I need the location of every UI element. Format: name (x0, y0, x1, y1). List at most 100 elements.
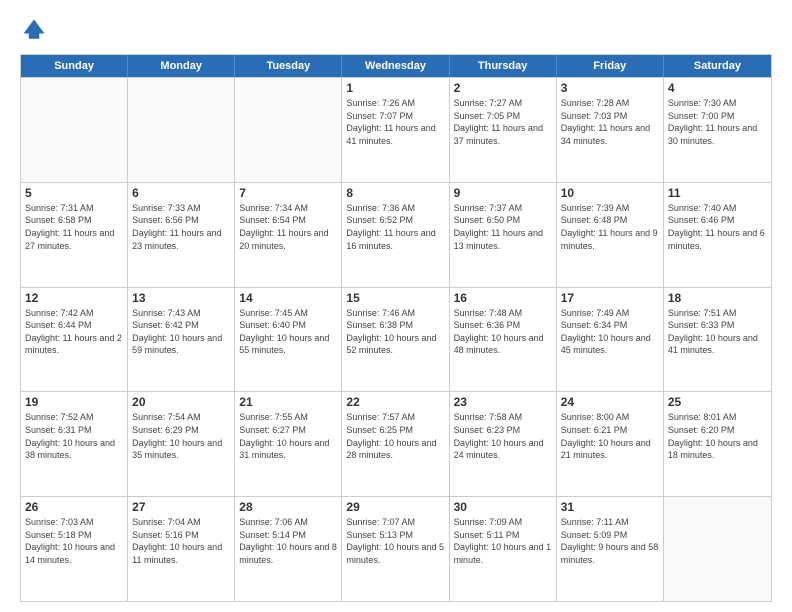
day-number: 21 (239, 395, 337, 409)
day-info: Sunrise: 7:49 AM Sunset: 6:34 PM Dayligh… (561, 307, 659, 357)
day-info: Sunrise: 7:43 AM Sunset: 6:42 PM Dayligh… (132, 307, 230, 357)
day-number: 7 (239, 186, 337, 200)
calendar: SundayMondayTuesdayWednesdayThursdayFrid… (20, 54, 772, 602)
day-cell-19: 19 Sunrise: 7:52 AM Sunset: 6:31 PM Dayli… (21, 392, 128, 496)
day-cell-5: 5 Sunrise: 7:31 AM Sunset: 6:58 PM Daylig… (21, 183, 128, 287)
day-number: 29 (346, 500, 444, 514)
day-cell-7: 7Sunrise: 7:34 AM Sunset: 6:54 PM Daylig… (235, 183, 342, 287)
day-number: 10 (561, 186, 659, 200)
day-cell-4: 4 Sunrise: 7:30 AM Sunset: 7:00 PM Daylig… (664, 78, 771, 182)
day-cell-25: 25 Sunrise: 8:01 AM Sunset: 6:20 PM Dayli… (664, 392, 771, 496)
day-cell-12: 12 Sunrise: 7:42 AM Sunset: 6:44 PM Dayli… (21, 288, 128, 392)
day-cell-20: 20Sunrise: 7:54 AM Sunset: 6:29 PM Dayli… (128, 392, 235, 496)
day-cell-31: 31 Sunrise: 7:11 AM Sunset: 5:09 PM Dayli… (557, 497, 664, 601)
day-cell-9: 9Sunrise: 7:37 AM Sunset: 6:50 PM Daylig… (450, 183, 557, 287)
day-info: Sunrise: 7:55 AM Sunset: 6:27 PM Dayligh… (239, 411, 337, 461)
day-info: Sunrise: 7:36 AM Sunset: 6:52 PM Dayligh… (346, 202, 444, 252)
day-number: 9 (454, 186, 552, 200)
day-info: Sunrise: 7:57 AM Sunset: 6:25 PM Dayligh… (346, 411, 444, 461)
day-cell-28: 28 Sunrise: 7:06 AM Sunset: 5:14 PM Dayli… (235, 497, 342, 601)
day-number: 22 (346, 395, 444, 409)
day-number: 19 (25, 395, 123, 409)
day-number: 11 (668, 186, 767, 200)
day-number: 23 (454, 395, 552, 409)
day-cell-6: 6 Sunrise: 7:33 AM Sunset: 6:56 PM Daylig… (128, 183, 235, 287)
week-row-5: 26 Sunrise: 7:03 AM Sunset: 5:18 PM Dayli… (21, 496, 771, 601)
empty-cell (664, 497, 771, 601)
day-info: Sunrise: 8:01 AM Sunset: 6:20 PM Dayligh… (668, 411, 767, 461)
day-cell-18: 18 Sunrise: 7:51 AM Sunset: 6:33 PM Dayli… (664, 288, 771, 392)
day-number: 4 (668, 81, 767, 95)
day-number: 8 (346, 186, 444, 200)
day-info: Sunrise: 7:52 AM Sunset: 6:31 PM Dayligh… (25, 411, 123, 461)
day-cell-24: 24 Sunrise: 8:00 AM Sunset: 6:21 PM Dayli… (557, 392, 664, 496)
day-number: 24 (561, 395, 659, 409)
day-info: Sunrise: 8:00 AM Sunset: 6:21 PM Dayligh… (561, 411, 659, 461)
calendar-body: 1 Sunrise: 7:26 AM Sunset: 7:07 PM Daylig… (21, 77, 771, 601)
day-cell-17: 17 Sunrise: 7:49 AM Sunset: 6:34 PM Dayli… (557, 288, 664, 392)
day-info: Sunrise: 7:51 AM Sunset: 6:33 PM Dayligh… (668, 307, 767, 357)
day-cell-11: 11 Sunrise: 7:40 AM Sunset: 6:46 PM Dayli… (664, 183, 771, 287)
day-cell-27: 27Sunrise: 7:04 AM Sunset: 5:16 PM Dayli… (128, 497, 235, 601)
day-cell-26: 26 Sunrise: 7:03 AM Sunset: 5:18 PM Dayli… (21, 497, 128, 601)
day-info: Sunrise: 7:42 AM Sunset: 6:44 PM Dayligh… (25, 307, 123, 357)
empty-cell (235, 78, 342, 182)
week-row-3: 12 Sunrise: 7:42 AM Sunset: 6:44 PM Dayli… (21, 287, 771, 392)
week-row-2: 5 Sunrise: 7:31 AM Sunset: 6:58 PM Daylig… (21, 182, 771, 287)
day-info: Sunrise: 7:46 AM Sunset: 6:38 PM Dayligh… (346, 307, 444, 357)
logo (20, 16, 52, 44)
day-info: Sunrise: 7:04 AM Sunset: 5:16 PM Dayligh… (132, 516, 230, 566)
day-cell-14: 14 Sunrise: 7:45 AM Sunset: 6:40 PM Dayli… (235, 288, 342, 392)
weekday-header-saturday: Saturday (664, 55, 771, 77)
day-info: Sunrise: 7:11 AM Sunset: 5:09 PM Dayligh… (561, 516, 659, 566)
weekday-header-wednesday: Wednesday (342, 55, 449, 77)
day-info: Sunrise: 7:26 AM Sunset: 7:07 PM Dayligh… (346, 97, 444, 147)
day-number: 6 (132, 186, 230, 200)
day-number: 3 (561, 81, 659, 95)
week-row-1: 1 Sunrise: 7:26 AM Sunset: 7:07 PM Daylig… (21, 77, 771, 182)
header (20, 16, 772, 44)
weekday-header-sunday: Sunday (21, 55, 128, 77)
weekday-header-thursday: Thursday (450, 55, 557, 77)
day-number: 13 (132, 291, 230, 305)
day-cell-22: 22 Sunrise: 7:57 AM Sunset: 6:25 PM Dayli… (342, 392, 449, 496)
day-cell-10: 10 Sunrise: 7:39 AM Sunset: 6:48 PM Dayli… (557, 183, 664, 287)
day-info: Sunrise: 7:40 AM Sunset: 6:46 PM Dayligh… (668, 202, 767, 252)
day-number: 17 (561, 291, 659, 305)
day-cell-8: 8 Sunrise: 7:36 AM Sunset: 6:52 PM Daylig… (342, 183, 449, 287)
day-number: 5 (25, 186, 123, 200)
day-number: 14 (239, 291, 337, 305)
empty-cell (128, 78, 235, 182)
day-info: Sunrise: 7:39 AM Sunset: 6:48 PM Dayligh… (561, 202, 659, 252)
day-info: Sunrise: 7:58 AM Sunset: 6:23 PM Dayligh… (454, 411, 552, 461)
day-number: 28 (239, 500, 337, 514)
weekday-header-monday: Monday (128, 55, 235, 77)
empty-cell (21, 78, 128, 182)
day-cell-13: 13 Sunrise: 7:43 AM Sunset: 6:42 PM Dayli… (128, 288, 235, 392)
day-info: Sunrise: 7:27 AM Sunset: 7:05 PM Dayligh… (454, 97, 552, 147)
calendar-header: SundayMondayTuesdayWednesdayThursdayFrid… (21, 55, 771, 77)
day-number: 31 (561, 500, 659, 514)
day-cell-15: 15Sunrise: 7:46 AM Sunset: 6:38 PM Dayli… (342, 288, 449, 392)
day-cell-3: 3Sunrise: 7:28 AM Sunset: 7:03 PM Daylig… (557, 78, 664, 182)
day-number: 2 (454, 81, 552, 95)
day-info: Sunrise: 7:45 AM Sunset: 6:40 PM Dayligh… (239, 307, 337, 357)
day-number: 25 (668, 395, 767, 409)
day-number: 16 (454, 291, 552, 305)
day-number: 18 (668, 291, 767, 305)
day-number: 12 (25, 291, 123, 305)
day-info: Sunrise: 7:33 AM Sunset: 6:56 PM Dayligh… (132, 202, 230, 252)
day-number: 26 (25, 500, 123, 514)
week-row-4: 19 Sunrise: 7:52 AM Sunset: 6:31 PM Dayli… (21, 391, 771, 496)
day-number: 30 (454, 500, 552, 514)
day-info: Sunrise: 7:06 AM Sunset: 5:14 PM Dayligh… (239, 516, 337, 566)
day-info: Sunrise: 7:30 AM Sunset: 7:00 PM Dayligh… (668, 97, 767, 147)
day-number: 1 (346, 81, 444, 95)
page: SundayMondayTuesdayWednesdayThursdayFrid… (0, 0, 792, 612)
day-info: Sunrise: 7:07 AM Sunset: 5:13 PM Dayligh… (346, 516, 444, 566)
day-info: Sunrise: 7:31 AM Sunset: 6:58 PM Dayligh… (25, 202, 123, 252)
day-info: Sunrise: 7:03 AM Sunset: 5:18 PM Dayligh… (25, 516, 123, 566)
day-cell-21: 21 Sunrise: 7:55 AM Sunset: 6:27 PM Dayli… (235, 392, 342, 496)
day-cell-16: 16Sunrise: 7:48 AM Sunset: 6:36 PM Dayli… (450, 288, 557, 392)
day-cell-1: 1 Sunrise: 7:26 AM Sunset: 7:07 PM Daylig… (342, 78, 449, 182)
